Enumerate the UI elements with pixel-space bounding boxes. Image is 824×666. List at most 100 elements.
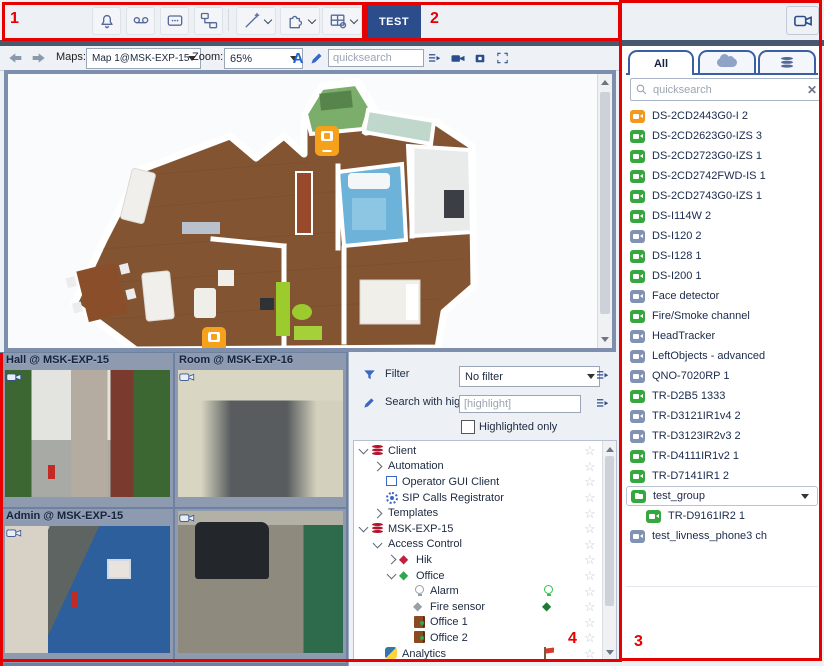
device-row[interactable]: HeadTracker [622,326,822,346]
favorite-star-icon[interactable]: ☆ [584,600,596,613]
tree-row[interactable]: Office 2 ☆ [354,630,616,646]
device-row[interactable]: test_livness_phone3 ch [622,526,822,546]
favorite-star-icon[interactable]: ☆ [584,631,596,644]
messages-button[interactable] [160,7,189,35]
video-frame[interactable] [5,526,170,653]
favorite-star-icon[interactable]: ☆ [584,475,596,488]
device-row[interactable]: DS-I120 2 [622,226,822,246]
tree-row[interactable]: Operator GUI Client ☆ [354,474,616,490]
camera-tile-room[interactable]: Room @ MSK-EXP-16 [175,353,346,507]
expander-icon[interactable] [387,555,397,565]
device-row[interactable]: TR-D9161IR2 1 [622,506,822,526]
tree-row[interactable]: Access Control ☆ [354,537,616,553]
device-row[interactable]: DS-I114W 2 [622,206,822,226]
tab-all[interactable]: All [628,50,694,75]
tree-row[interactable]: Office 1 ☆ [354,615,616,631]
scrollbar-thumb[interactable] [600,92,610,314]
fit-selection-button[interactable] [492,49,512,67]
video-frame[interactable] [5,370,170,497]
video-frame[interactable] [178,370,343,497]
expander-icon[interactable] [373,538,383,548]
device-row[interactable]: LeftObjects - advanced [622,346,822,366]
scroll-down-icon[interactable] [606,650,614,655]
tree-row[interactable]: Alarm ☆ [354,583,616,599]
tab-test[interactable]: TEST [367,3,421,40]
topology-button[interactable] [194,7,223,35]
tree-row[interactable]: Automation ☆ [354,459,616,475]
highlighted-only-checkbox[interactable] [461,420,475,434]
device-row[interactable]: DS-2CD2743G0-IZS 1 [622,186,822,206]
ptz-camera-icon[interactable] [6,527,24,541]
favorite-star-icon[interactable]: ☆ [584,569,596,582]
map-camera-marker[interactable] [202,327,226,348]
expander-icon[interactable] [373,508,383,518]
tree-row[interactable]: Templates ☆ [354,505,616,521]
device-row[interactable]: TR-D3121IR1v4 2 [622,406,822,426]
device-row[interactable]: TR-D7141IR1 2 [622,466,822,486]
camera-tile-hall[interactable]: Hall @ MSK-EXP-15 [2,353,173,507]
plugins-menu-button[interactable] [280,7,320,35]
voicemail-button[interactable] [126,7,155,35]
favorite-star-icon[interactable]: ☆ [584,444,596,457]
filter-select[interactable]: No filter [459,366,600,387]
device-row[interactable]: DS-2CD2742FWD-IS 1 [622,166,822,186]
tree-row[interactable]: Client ☆ [354,443,616,459]
scroll-up-icon[interactable] [606,447,614,452]
expander-icon[interactable] [387,570,397,580]
highlight-list-button[interactable] [591,394,613,412]
sidebar-search[interactable]: ✕ [630,78,822,101]
favorite-star-icon[interactable]: ☆ [584,522,596,535]
floor-plan-map[interactable] [8,74,598,348]
tree-row[interactable]: Hik ☆ [354,552,616,568]
map-list-button[interactable] [424,49,444,67]
map-quicksearch-input[interactable] [328,49,424,67]
map-camera-toggle[interactable] [448,49,468,67]
tree-row[interactable]: Office ☆ [354,568,616,584]
tab-database[interactable] [758,50,816,73]
favorite-star-icon[interactable]: ☆ [584,585,596,598]
device-row[interactable]: DS-2CD2443G0-I 2 [622,106,822,126]
device-row[interactable]: TR-D4111IR1v2 1 [622,446,822,466]
favorite-star-icon[interactable]: ☆ [584,460,596,473]
alerts-button[interactable] [92,7,121,35]
favorite-star-icon[interactable]: ☆ [584,538,596,551]
clear-search-icon[interactable]: ✕ [807,83,817,97]
sidebar-search-input[interactable] [651,83,807,97]
expander-icon[interactable] [373,461,383,471]
camera-tile-admin[interactable]: Admin @ MSK-EXP-15 [2,509,173,663]
device-row[interactable]: QNO-7020RP 1 [622,366,822,386]
tree-row[interactable]: MSK-EXP-15 ☆ [354,521,616,537]
device-row[interactable]: DS-I200 1 [622,266,822,286]
font-tool-button[interactable]: A [288,49,308,67]
draw-pen-button[interactable] [306,49,326,67]
tree-row[interactable]: Analytics ☆ [354,646,616,662]
scroll-up-icon[interactable] [601,80,609,85]
map-select[interactable]: Map 1@MSK-EXP-15 [86,48,201,69]
favorite-star-icon[interactable]: ☆ [584,507,596,520]
nav-forward-button[interactable] [28,49,48,67]
device-group-row[interactable]: test_group [626,486,818,506]
device-row[interactable]: TR-D2B5 1333 [622,386,822,406]
layouts-menu-button[interactable] [322,7,362,35]
device-row[interactable]: TR-D3123IR2v3 2 [622,426,822,446]
ptz-camera-icon[interactable] [179,371,197,385]
device-row[interactable]: DS-2CD2623G0-IZS 3 [622,126,822,146]
wizard-menu-button[interactable] [236,7,276,35]
device-row[interactable]: DS-2CD2723G0-IZS 1 [622,146,822,166]
favorite-star-icon[interactable]: ☆ [584,491,596,504]
camera-tile-yard[interactable] [175,509,346,663]
video-frame[interactable] [178,511,343,653]
expander-icon[interactable] [359,523,369,533]
tree-row[interactable]: Fire sensor ☆ [354,599,616,615]
ptz-camera-icon[interactable] [179,512,197,526]
tab-cloud[interactable] [698,50,756,73]
nav-back-button[interactable] [6,49,26,67]
device-row[interactable]: Face detector [622,286,822,306]
map-region-toggle[interactable] [470,49,490,67]
filter-list-button[interactable] [591,366,613,384]
device-row[interactable]: DS-I128 1 [622,246,822,266]
expander-icon[interactable] [359,445,369,455]
highlight-search-input[interactable] [459,395,581,413]
map-vertical-scrollbar[interactable] [597,74,612,348]
scroll-down-icon[interactable] [601,337,609,342]
